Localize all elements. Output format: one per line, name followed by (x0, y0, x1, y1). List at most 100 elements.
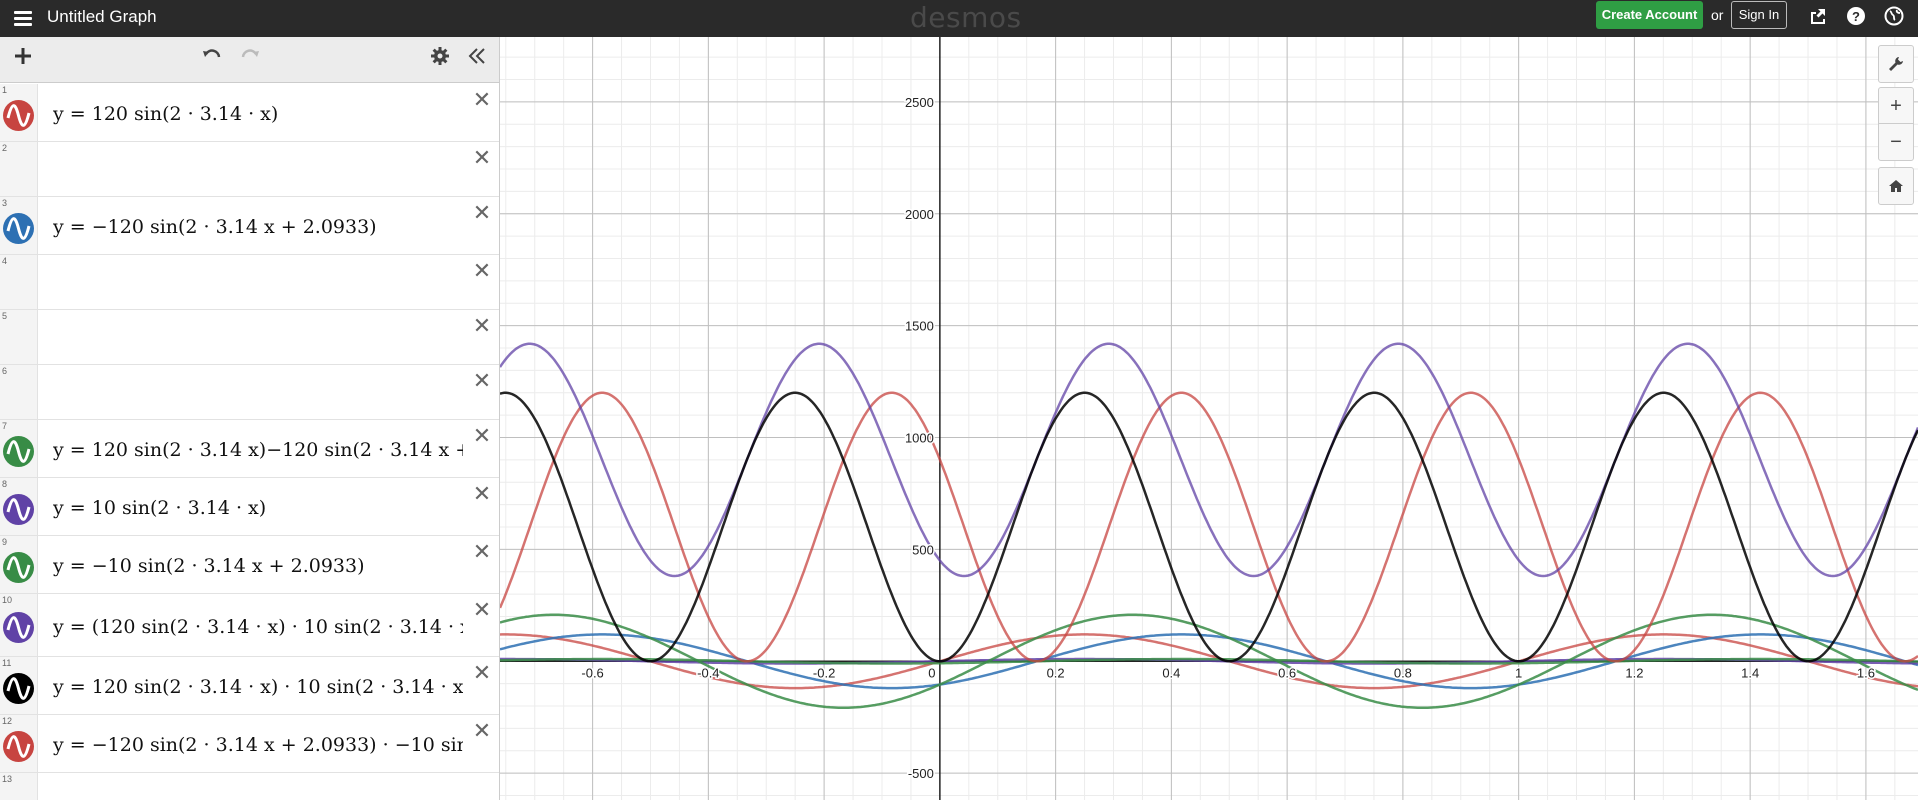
expression-gutter[interactable]: 4 (0, 255, 38, 309)
expression-number: 7 (2, 421, 8, 431)
expression-toolbar (0, 37, 499, 83)
expression-row[interactable]: 9 y = −10 sin(2 · 3.14 x + 2.0933) ✕ (0, 536, 499, 594)
expression-gutter[interactable]: 9 (0, 536, 38, 593)
y-tick-label: 2500 (905, 95, 934, 110)
expression-gutter[interactable]: 1 (0, 84, 38, 141)
graph-color-toggle-icon[interactable] (3, 731, 34, 762)
x-tick-label: 1 (1515, 665, 1522, 680)
expression-number: 5 (2, 311, 8, 321)
expression-row[interactable]: 2 ✕ (0, 142, 499, 197)
zoom-in-icon[interactable]: + (1879, 88, 1913, 124)
graph-color-toggle-icon[interactable] (3, 436, 34, 467)
x-tick-label: 0.8 (1394, 665, 1412, 680)
help-icon[interactable]: ? (1845, 6, 1867, 28)
expression-gutter[interactable]: 13 (0, 773, 38, 800)
collapse-panel-icon[interactable] (464, 45, 490, 71)
expression-row[interactable]: 4 ✕ (0, 255, 499, 310)
undo-icon[interactable] (199, 45, 225, 71)
expression-input[interactable]: y = −10 sin(2 · 3.14 x + 2.0933) (53, 555, 463, 577)
delete-expression-icon[interactable]: ✕ (472, 90, 492, 112)
graph-color-toggle-icon[interactable] (3, 100, 34, 131)
delete-expression-icon[interactable]: ✕ (472, 371, 492, 393)
redo-icon[interactable] (237, 45, 263, 71)
expression-number: 2 (2, 143, 8, 153)
graph-title[interactable]: Untitled Graph (47, 7, 157, 27)
expression-number: 11 (2, 658, 12, 668)
y-tick-label: 1500 (905, 319, 934, 334)
x-tick-label: -0.2 (813, 665, 835, 680)
expression-row[interactable]: 11 y = 120 sin(2 · 3.14 · x) · 10 sin(2 ·… (0, 657, 499, 715)
expression-row[interactable]: 7 y = 120 sin(2 · 3.14 x)−120 sin(2 · 3.1… (0, 420, 499, 478)
x-tick-label: -0.4 (697, 665, 719, 680)
home-icon[interactable] (1879, 168, 1913, 204)
expression-row[interactable]: 8 y = 10 sin(2 · 3.14 · x) ✕ (0, 478, 499, 536)
delete-expression-icon[interactable]: ✕ (472, 148, 492, 170)
expression-number: 8 (2, 479, 8, 489)
graph-canvas[interactable]: -0.6 -0.4 -0.2 0 0.2 0.4 0.6 0.8 1 1.2 1.4 1.6 2500 2… (500, 37, 1918, 800)
expression-row[interactable]: 6 ✕ (0, 365, 499, 420)
delete-expression-icon[interactable]: ✕ (472, 600, 492, 622)
expression-row[interactable]: 12 y = −120 sin(2 · 3.14 x + 2.0933) · −1… (0, 715, 499, 773)
expression-input[interactable]: y = 120 sin(2 · 3.14 · x) · 10 sin(2 · 3… (53, 676, 463, 698)
graph-settings-panel (1878, 45, 1914, 83)
expression-gutter[interactable]: 7 (0, 420, 38, 477)
expression-row[interactable]: 1 y = 120 sin(2 · 3.14 · x) ✕ (0, 84, 499, 142)
x-tick-label: 1.4 (1741, 665, 1759, 680)
graph-color-toggle-icon[interactable] (3, 494, 34, 525)
expression-input[interactable]: y = (120 sin(2 · 3.14 · x) · 10 sin(2 · … (53, 616, 463, 638)
expression-gutter[interactable]: 11 (0, 657, 38, 714)
create-account-button[interactable]: Create Account (1596, 1, 1703, 29)
expression-gutter[interactable]: 5 (0, 310, 38, 364)
menu-icon[interactable] (12, 7, 34, 29)
delete-expression-icon[interactable]: ✕ (472, 203, 492, 225)
expression-row[interactable]: 5 ✕ (0, 310, 499, 365)
x-tick-label: 1.2 (1625, 665, 1643, 680)
wrench-icon[interactable] (1879, 46, 1913, 82)
expression-gutter[interactable]: 6 (0, 365, 38, 419)
graph-color-toggle-icon[interactable] (3, 612, 34, 643)
expression-row[interactable]: 13 (0, 773, 499, 800)
settings-gear-icon[interactable] (427, 45, 453, 71)
delete-expression-icon[interactable]: ✕ (472, 663, 492, 685)
x-tick-label: 0.6 (1278, 665, 1296, 680)
expression-gutter[interactable]: 12 (0, 715, 38, 772)
graph-color-toggle-icon[interactable] (3, 213, 34, 244)
x-tick-label: 0 (928, 665, 935, 680)
delete-expression-icon[interactable]: ✕ (472, 484, 492, 506)
desmos-logo: desmos (910, 1, 1022, 34)
expression-number: 1 (2, 85, 8, 95)
expression-number: 10 (2, 595, 13, 605)
expression-number: 3 (2, 198, 8, 208)
zoom-out-icon[interactable]: − (1879, 124, 1913, 160)
delete-expression-icon[interactable]: ✕ (472, 542, 492, 564)
delete-expression-icon[interactable]: ✕ (472, 721, 492, 743)
expression-gutter[interactable]: 2 (0, 142, 38, 196)
sign-in-button[interactable]: Sign In (1731, 1, 1787, 29)
expression-row[interactable]: 10 y = (120 sin(2 · 3.14 · x) · 10 sin(2 … (0, 594, 499, 657)
share-icon[interactable] (1807, 6, 1829, 28)
expression-input[interactable]: y = −120 sin(2 · 3.14 x + 2.0933) (53, 216, 463, 238)
expression-input[interactable]: y = −120 sin(2 · 3.14 x + 2.0933) · −10 … (53, 734, 463, 756)
expression-number: 9 (2, 537, 8, 547)
expression-row[interactable]: 3 y = −120 sin(2 · 3.14 x + 2.0933) ✕ (0, 197, 499, 255)
expression-input[interactable]: y = 120 sin(2 · 3.14 · x) (53, 103, 463, 125)
svg-text:?: ? (1852, 9, 1860, 24)
home-controls (1878, 167, 1914, 205)
delete-expression-icon[interactable]: ✕ (472, 261, 492, 283)
expression-number: 4 (2, 256, 8, 266)
expression-gutter[interactable]: 10 (0, 594, 38, 656)
delete-expression-icon[interactable]: ✕ (472, 426, 492, 448)
delete-expression-icon[interactable]: ✕ (472, 316, 492, 338)
expression-input[interactable]: y = 10 sin(2 · 3.14 · x) (53, 497, 463, 519)
graph-paper[interactable]: -0.6 -0.4 -0.2 0 0.2 0.4 0.6 0.8 1 1.2 1.4 1.6 2500 2… (500, 37, 1918, 800)
expression-list-panel: 1y = 120 sin(2 · 3.14 · x) ✕ 2 ✕ 3 y = −120 s… (0, 37, 500, 800)
graph-color-toggle-icon[interactable] (3, 673, 34, 704)
y-tick-label: 500 (912, 542, 934, 557)
language-globe-icon[interactable] (1883, 6, 1905, 28)
graph-color-toggle-icon[interactable] (3, 552, 34, 583)
add-expression-icon[interactable] (10, 45, 36, 71)
expression-input[interactable]: y = 120 sin(2 · 3.14 x)−120 sin(2 · 3.14… (53, 439, 463, 461)
expression-gutter[interactable]: 3 (0, 197, 38, 254)
expression-number: 6 (2, 366, 8, 376)
expression-gutter[interactable]: 8 (0, 478, 38, 535)
